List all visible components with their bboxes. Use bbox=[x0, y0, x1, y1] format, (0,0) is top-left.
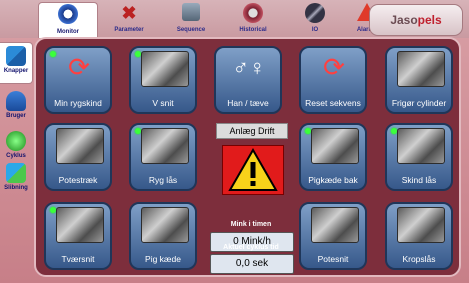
sidebar-item-label: Bruger bbox=[6, 113, 26, 119]
ryg-laas-button[interactable]: Ryg lås bbox=[129, 123, 197, 191]
han-taeve-button[interactable]: ♂♀ Han / tæve bbox=[214, 46, 282, 114]
machine-photo bbox=[397, 51, 445, 87]
tile-label: Reset sekvens bbox=[305, 98, 361, 108]
tab-label: Parameter bbox=[114, 27, 144, 33]
tab-monitor[interactable]: Monitor bbox=[38, 2, 98, 38]
tile-label: Potesnit bbox=[317, 254, 349, 264]
machine-photo bbox=[141, 128, 189, 164]
min-rygskind-button[interactable]: ⟳ Min rygskind bbox=[44, 46, 112, 114]
tile-label: Potestræk bbox=[58, 175, 98, 185]
cycle-time-label: Aktuel cyklus tid bbox=[223, 244, 279, 251]
sidebar-item-knapper[interactable]: Knapper bbox=[0, 42, 33, 84]
cycle-time-value: 0,0 sek bbox=[210, 254, 294, 274]
potestraek-button[interactable]: Potestræk bbox=[44, 123, 112, 191]
sidebar-item-label: Slibning bbox=[4, 185, 28, 191]
gender-icon: ♂♀ bbox=[232, 55, 266, 80]
tab-sequence[interactable]: Sequence bbox=[162, 2, 220, 36]
tab-historical[interactable]: Historical bbox=[224, 2, 282, 36]
machine-photo bbox=[56, 207, 104, 243]
history-icon bbox=[243, 3, 263, 23]
machine-photo bbox=[397, 128, 445, 164]
warning-triangle-icon bbox=[228, 148, 278, 191]
tile-label: Pig kæde bbox=[145, 254, 181, 264]
potesnit-button[interactable]: Potesnit bbox=[299, 202, 367, 270]
machine-photo bbox=[311, 128, 359, 164]
refresh-icon: ⟳ bbox=[68, 52, 90, 82]
kropslaas-button[interactable]: Kropslås bbox=[385, 202, 453, 270]
tile-label: Min rygskind bbox=[54, 98, 102, 108]
sidebar-item-label: Knapper bbox=[3, 68, 29, 74]
jasopels-logo: Jasopels bbox=[369, 4, 463, 36]
reset-sekvens-button[interactable]: ⟳ Reset sekvens bbox=[299, 46, 367, 114]
machine-photo bbox=[397, 207, 445, 243]
grinding-icon bbox=[6, 163, 26, 183]
tab-io[interactable]: IO bbox=[286, 2, 344, 36]
machine-photo bbox=[311, 207, 359, 243]
machine-photo bbox=[56, 128, 104, 164]
v-snit-button[interactable]: V snit bbox=[129, 46, 197, 114]
skind-laas-button[interactable]: Skind lås bbox=[385, 123, 453, 191]
tab-label: Sequence bbox=[176, 27, 206, 33]
tile-label: Pigkæde bak bbox=[308, 175, 358, 185]
status-display: Anlæg Drift bbox=[216, 123, 288, 139]
machine-photo bbox=[141, 51, 189, 87]
tile-label: Kropslås bbox=[402, 254, 436, 264]
tab-label: Monitor bbox=[57, 29, 79, 35]
sidebar-item-label: Cyklus bbox=[6, 153, 26, 159]
tile-label: Ryg lås bbox=[148, 175, 178, 185]
tile-label: Han / tæve bbox=[227, 98, 269, 108]
active-indicator bbox=[50, 51, 56, 57]
refresh-icon: ⟳ bbox=[323, 52, 345, 82]
pig-kaede-button[interactable]: Pig kæde bbox=[129, 202, 197, 270]
sidebar-item-slibning[interactable]: Slibning bbox=[0, 160, 32, 200]
pigkaede-bak-button[interactable]: Pigkæde bak bbox=[299, 123, 367, 191]
tile-label: V snit bbox=[152, 98, 174, 108]
user-icon bbox=[6, 91, 26, 111]
button-panel: ⟳ Min rygskind V snit ♂♀ Han / tæve ⟳ Re… bbox=[34, 37, 461, 277]
tile-label: Frigør cylinder bbox=[391, 98, 447, 108]
tab-label: IO bbox=[311, 27, 319, 33]
arrows-icon bbox=[6, 46, 26, 66]
cycle-icon bbox=[6, 131, 26, 151]
top-tab-bar: Monitor ✖ Parameter Sequence Historical … bbox=[0, 0, 469, 38]
tvaersnit-button[interactable]: Tværsnit bbox=[44, 202, 112, 270]
io-icon bbox=[305, 3, 325, 23]
warning-indicator bbox=[222, 145, 284, 195]
tile-label: Tværsnit bbox=[61, 254, 95, 264]
minks-per-hour-label: Mink i timen bbox=[230, 221, 272, 228]
tools-icon: ✖ bbox=[121, 3, 137, 23]
machine-photo bbox=[141, 207, 189, 243]
sequence-icon bbox=[182, 3, 200, 21]
gear-icon bbox=[58, 4, 78, 24]
sidebar-item-bruger[interactable]: Bruger bbox=[0, 88, 32, 128]
frigor-cylinder-button[interactable]: Frigør cylinder bbox=[385, 46, 453, 114]
tab-parameter[interactable]: ✖ Parameter bbox=[100, 2, 158, 36]
tile-label: Skind lås bbox=[401, 175, 437, 185]
tab-label: Historical bbox=[239, 27, 267, 33]
